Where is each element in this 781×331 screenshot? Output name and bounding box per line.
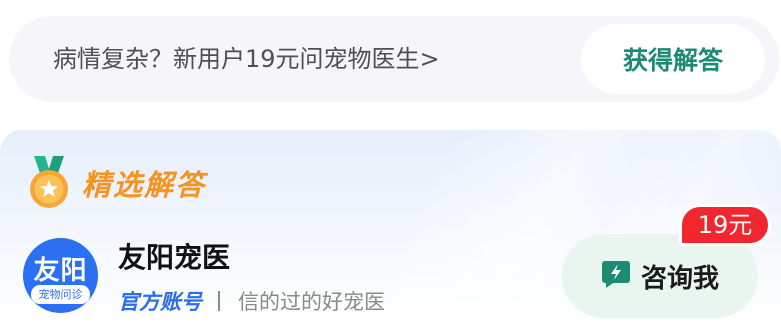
- divider: [218, 291, 220, 311]
- doctor-avatar[interactable]: 友阳 宠物问诊: [23, 238, 98, 313]
- avatar-logo-text: 友阳: [33, 256, 88, 286]
- doctor-slogan: 信的过的好宠医: [238, 290, 385, 314]
- official-account-badge: 官方账号: [118, 290, 202, 314]
- price-badge: 19元: [679, 204, 771, 246]
- featured-answer-card: 精选解答 友阳 宠物问诊 友阳宠医 官方账号 信的过的好宠医 咨询我 19元: [0, 130, 781, 331]
- consult-button-label: 咨询我: [640, 263, 719, 294]
- get-answer-button[interactable]: 获得解答: [581, 24, 765, 94]
- lightning-chat-icon: [601, 259, 631, 293]
- doctor-meta: 官方账号 信的过的好宠医: [118, 286, 385, 316]
- medal-icon: [26, 156, 72, 210]
- promo-text[interactable]: 病情复杂？新用户19元问宠物医生>: [53, 16, 440, 102]
- section-header: 精选解答: [26, 156, 206, 210]
- consult-button[interactable]: 咨询我: [562, 234, 758, 318]
- avatar-logo-subtext: 宠物问诊: [31, 285, 90, 304]
- section-title: 精选解答: [82, 168, 207, 202]
- doctor-name[interactable]: 友阳宠医: [118, 236, 230, 276]
- promo-banner[interactable]: 病情复杂？新用户19元问宠物医生> 获得解答: [9, 16, 779, 102]
